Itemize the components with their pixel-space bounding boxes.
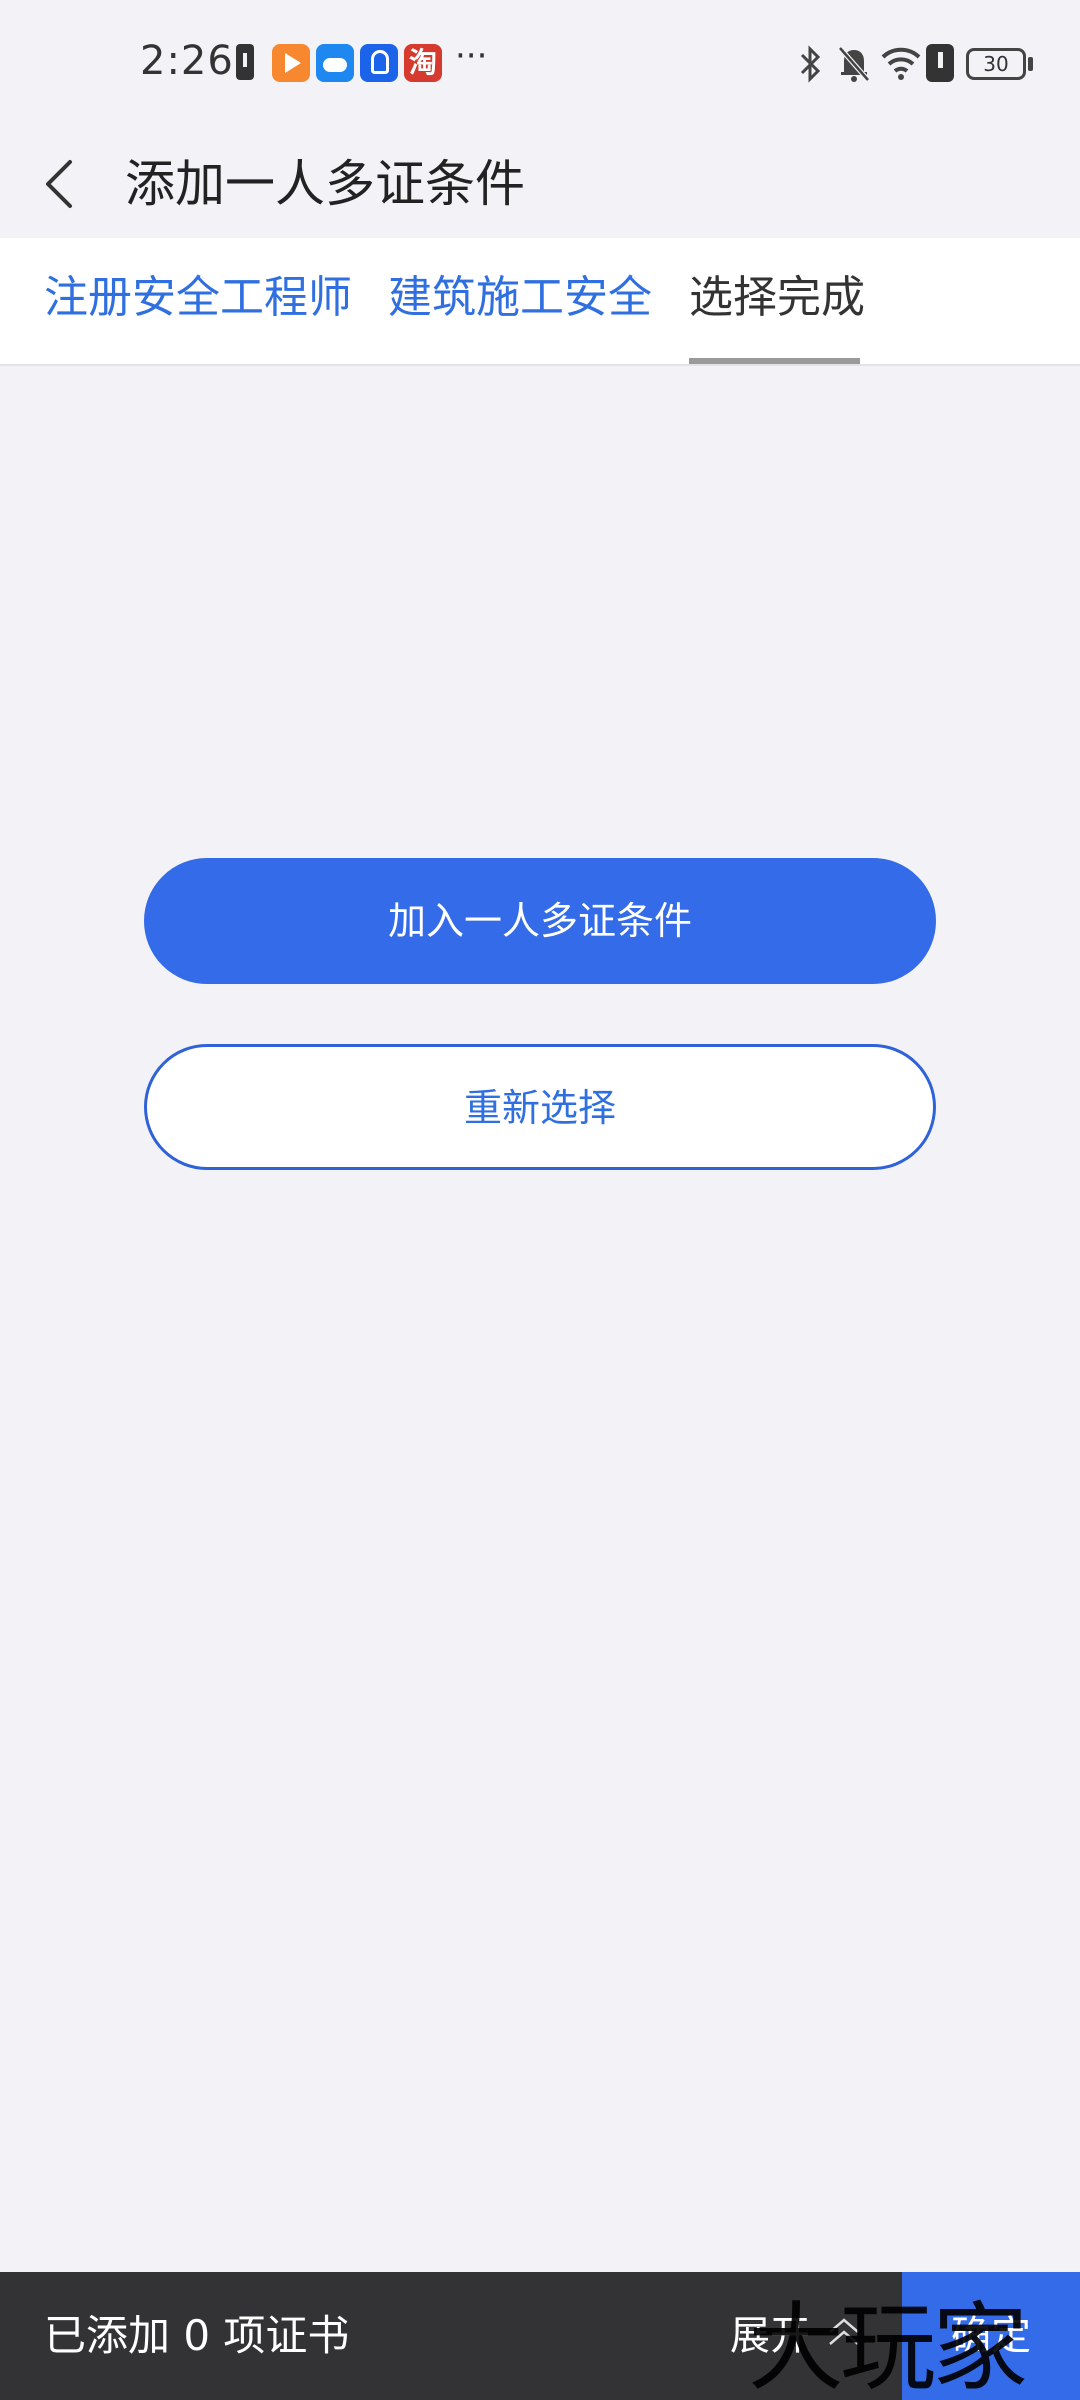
- add-condition-button[interactable]: 加入一人多证条件: [144, 858, 936, 984]
- tab-registered-safety-engineer[interactable]: 注册安全工程师: [44, 268, 352, 328]
- battery-icon: 30: [966, 48, 1026, 80]
- more-notifications-icon: ···: [455, 36, 488, 76]
- status-time: 2:26: [140, 38, 234, 84]
- screen: 2:26 淘 ··· 30 添加一人多证条件 注册安全工程师 建筑施工安全 选择…: [0, 0, 1080, 2400]
- bluetooth-icon: [800, 45, 821, 83]
- taobao-app-icon: 淘: [404, 44, 442, 82]
- tab-construction-safety[interactable]: 建筑施工安全: [388, 268, 652, 328]
- page-title: 添加一人多证条件: [125, 155, 525, 213]
- battery-nub: [1028, 57, 1033, 71]
- double-chevron-up-icon[interactable]: [826, 2314, 862, 2354]
- bulb-app-icon: [360, 44, 398, 82]
- expand-button[interactable]: 展开: [730, 2302, 810, 2370]
- battery-warning-icon: [236, 44, 254, 80]
- bottom-bar: 已添加 0 项证书 展开 确定: [0, 2272, 1080, 2400]
- back-arrow-icon[interactable]: [40, 152, 80, 216]
- reselect-button[interactable]: 重新选择: [144, 1044, 936, 1170]
- confirm-button[interactable]: 确定: [902, 2272, 1080, 2400]
- status-bar: 2:26 淘 ··· 30: [0, 0, 1080, 130]
- alert-icon: [926, 44, 954, 82]
- app-header: 添加一人多证条件: [0, 130, 1080, 238]
- bell-muted-icon: [838, 46, 870, 82]
- added-count-text: 已添加 0 项证书: [44, 2311, 350, 2360]
- wifi-icon: [881, 47, 921, 80]
- active-tab-indicator: [689, 358, 860, 364]
- video-app-icon: [272, 44, 310, 82]
- weather-app-icon: [316, 44, 354, 82]
- tab-selection-complete[interactable]: 选择完成: [689, 268, 865, 328]
- step-tabs: 注册安全工程师 建筑施工安全 选择完成: [0, 238, 1080, 366]
